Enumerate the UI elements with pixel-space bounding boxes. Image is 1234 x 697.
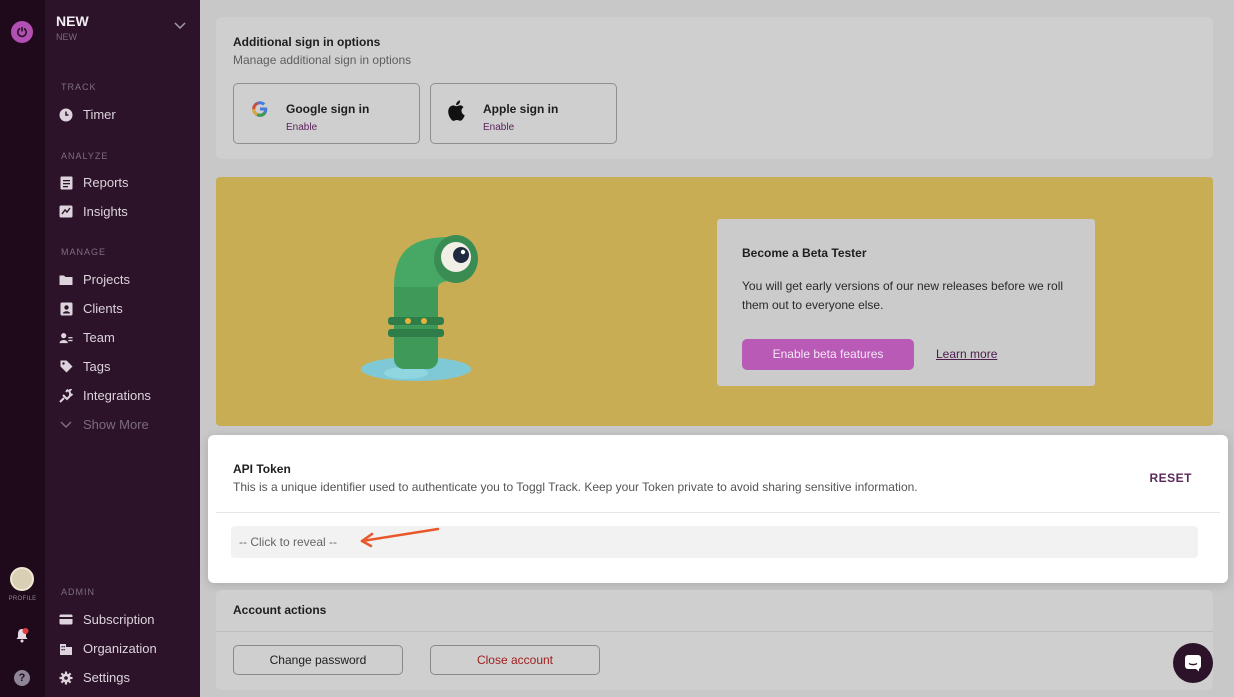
chevron-down-icon [174,17,186,35]
reports-icon [59,176,73,190]
sidebar-item-organization[interactable]: Organization [59,641,157,656]
clock-icon [59,108,73,122]
gear-icon [59,671,73,685]
sidebar-item-label: Timer [83,107,116,122]
signin-subtitle: Manage additional sign in options [233,53,412,67]
main-content: Additional sign in options Manage additi… [200,0,1234,697]
bell-icon[interactable] [13,626,31,644]
sidebar-item-settings[interactable]: Settings [59,670,130,685]
team-icon [59,331,73,345]
reset-token-button[interactable]: RESET [1149,471,1192,485]
sidebar-item-reports[interactable]: Reports [59,175,129,190]
provider-enable-link[interactable]: Enable [483,122,514,133]
signin-options-card: Additional sign in options Manage additi… [216,17,1213,159]
sidebar-item-clients[interactable]: Clients [59,301,123,316]
change-password-button[interactable]: Change password [233,645,403,675]
sidebar-item-label: Clients [83,301,123,316]
beta-info-panel: Become a Beta Tester You will get early … [717,219,1095,386]
reveal-placeholder: -- Click to reveal -- [239,535,338,549]
google-signin-button[interactable]: Google sign in Enable [233,83,420,144]
sidebar-item-subscription[interactable]: Subscription [59,612,155,627]
insights-icon [59,205,73,219]
sidebar-item-label: Tags [83,359,111,374]
section-track: TRACK [61,82,97,92]
workspace-switcher[interactable]: NEW NEW [56,13,196,42]
sidebar-item-label: Organization [83,641,157,656]
section-analyze: ANALYZE [61,151,109,161]
account-actions-card: Account actions Change password Close ac… [216,590,1213,690]
sidebar-item-label: Projects [83,272,130,287]
folder-icon [59,273,73,287]
sidebar-item-integrations[interactable]: Integrations [59,388,151,403]
provider-name: Google sign in [286,102,370,116]
chat-support-button[interactable] [1173,643,1213,683]
icon-rail: PROFILE ? [0,0,45,697]
api-token-card: API Token This is a unique identifier us… [208,435,1228,583]
periscope-mascot-illustration [346,207,526,387]
plug-icon [59,388,73,403]
close-account-button[interactable]: Close account [430,645,600,675]
building-icon [59,642,73,656]
toggl-logo-icon[interactable] [11,21,33,43]
learn-more-link[interactable]: Learn more [936,347,997,361]
sidebar-item-label: Show More [83,417,149,432]
google-icon [249,98,271,120]
sidebar-item-show-more[interactable]: Show More [59,417,149,432]
chevron-down-icon [59,418,73,432]
sidebar: NEW NEW TRACK Timer ANALYZE Reports Insi… [45,0,200,697]
sidebar-item-label: Reports [83,175,129,190]
enable-beta-button[interactable]: Enable beta features [742,339,914,370]
sidebar-item-label: Integrations [83,388,151,403]
provider-enable-link[interactable]: Enable [286,122,317,133]
sidebar-item-insights[interactable]: Insights [59,204,128,219]
tag-icon [59,360,73,374]
sidebar-item-team[interactable]: Team [59,330,115,345]
provider-name: Apple sign in [483,102,559,116]
credit-card-icon [59,613,73,627]
sidebar-item-label: Settings [83,670,130,685]
profile-label: PROFILE [8,596,37,602]
beta-description: You will get early versions of our new r… [742,279,1064,312]
sidebar-item-label: Team [83,330,115,345]
annotation-arrow [358,525,448,554]
section-admin: ADMIN [61,587,95,597]
apple-icon [446,98,468,121]
sidebar-item-projects[interactable]: Projects [59,272,130,287]
api-token-description: This is a unique identifier used to auth… [233,480,918,494]
beta-title: Become a Beta Tester [742,246,867,260]
account-actions-title: Account actions [233,603,327,617]
chat-icon [1185,655,1201,672]
api-token-header: API Token This is a unique identifier us… [233,462,918,494]
sidebar-item-label: Insights [83,204,128,219]
sidebar-item-tags[interactable]: Tags [59,359,110,374]
api-token-title: API Token [233,462,291,476]
sidebar-item-timer[interactable]: Timer [59,107,116,122]
signin-title: Additional sign in options [233,35,381,49]
apple-signin-button[interactable]: Apple sign in Enable [430,83,617,144]
sidebar-item-label: Subscription [83,612,155,627]
profile-avatar[interactable] [10,567,34,591]
client-card-icon [59,302,73,316]
divider [216,631,1213,632]
beta-banner: Become a Beta Tester You will get early … [216,177,1213,426]
section-manage: MANAGE [61,247,107,257]
divider [216,512,1220,513]
help-icon[interactable]: ? [14,670,30,686]
signin-header: Additional sign in options Manage additi… [233,35,411,67]
